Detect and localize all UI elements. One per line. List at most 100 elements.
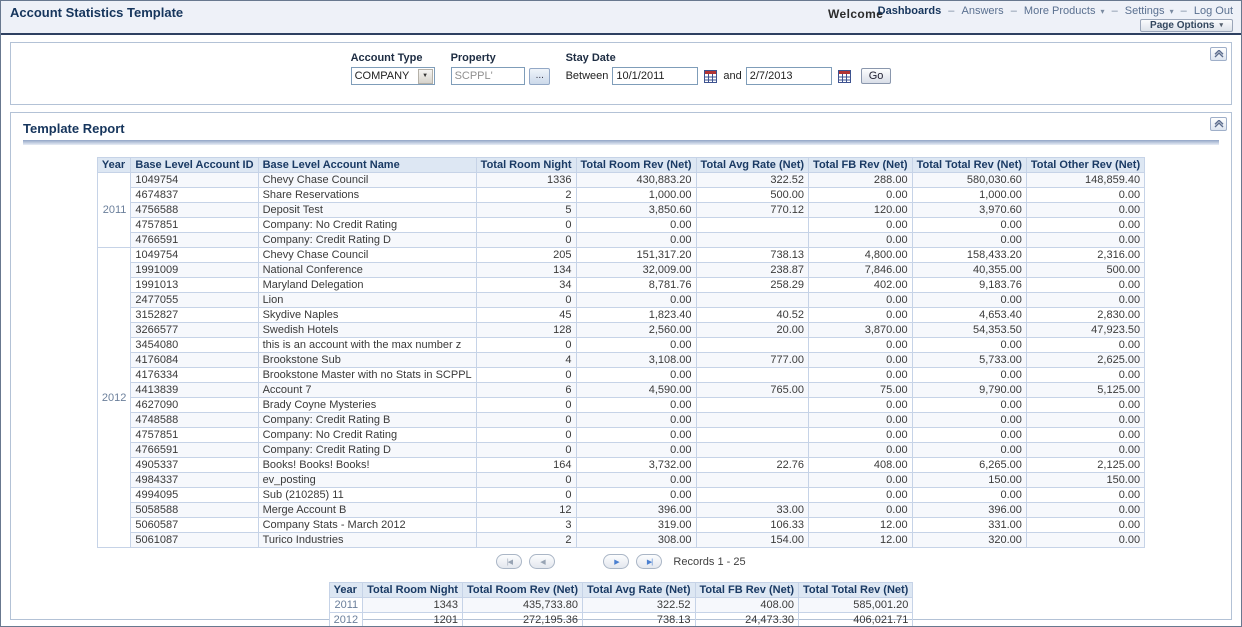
cell-avg-rate: 20.00 (696, 323, 809, 338)
table-row: 1991009National Conference13432,009.0023… (97, 263, 1144, 278)
calendar-icon[interactable] (704, 70, 717, 83)
cell-account-id: 4748588 (131, 413, 258, 428)
report-title: Template Report (11, 113, 1231, 140)
cell-room-night: 3 (476, 518, 576, 533)
table-row: 4674837Share Reservations21,000.00500.00… (97, 188, 1144, 203)
collapse-report-button[interactable] (1210, 117, 1227, 131)
table-row: 4176084Brookstone Sub43,108.00777.000.00… (97, 353, 1144, 368)
cell-total-rev: 3,970.60 (912, 203, 1026, 218)
nav-separator: – (1181, 5, 1187, 17)
cell-other-rev: 0.00 (1026, 443, 1144, 458)
cell-other-rev: 2,625.00 (1026, 353, 1144, 368)
chevron-down-icon: ▾ (1219, 20, 1223, 31)
cell-account-name: this is an account with the max number z (258, 338, 476, 353)
cell-account-id: 5060587 (131, 518, 258, 533)
header-divider (1, 33, 1241, 35)
table-row: 4748588Company: Credit Rating B00.000.00… (97, 413, 1144, 428)
cell-avg-rate (696, 428, 809, 443)
cell-room-rev: 0.00 (576, 428, 696, 443)
cell-account-id: 4674837 (131, 188, 258, 203)
cell-room-night: 5 (476, 203, 576, 218)
nav-dashboards[interactable]: Dashboards (878, 5, 942, 17)
cell-total-rev: 406,021.71 (799, 613, 913, 627)
page-options-button[interactable]: Page Options ▾ (1140, 19, 1233, 32)
first-page-button[interactable]: |◀ (496, 554, 522, 569)
collapse-filter-button[interactable] (1210, 47, 1227, 61)
property-browse-button[interactable]: ... (529, 68, 550, 85)
cell-account-name: Swedish Hotels (258, 323, 476, 338)
nav-settings[interactable]: Settings (1125, 5, 1165, 17)
cell-avg-rate: 258.29 (696, 278, 809, 293)
last-page-button[interactable]: ▶| (636, 554, 662, 569)
cell-account-id: 1049754 (131, 248, 258, 263)
cell-total-rev: 0.00 (912, 398, 1026, 413)
chevron-up-icon (1214, 120, 1224, 128)
go-button[interactable]: Go (861, 68, 892, 84)
table-row: 3266577Swedish Hotels1282,560.0020.003,8… (97, 323, 1144, 338)
table-row: 4905337Books! Books! Books!1643,732.0022… (97, 458, 1144, 473)
title-rule (23, 140, 1219, 145)
cell-account-name: Skydive Naples (258, 308, 476, 323)
select-arrow-icon: ▼ (418, 69, 433, 84)
nav-separator: – (1011, 5, 1017, 17)
cell-avg-rate: 154.00 (696, 533, 809, 548)
cell-fb-rev: 0.00 (809, 353, 913, 368)
cell-avg-rate: 500.00 (696, 188, 809, 203)
account-type-label: Account Type (351, 52, 435, 64)
column-header: Base Level Account ID (131, 158, 258, 173)
cell-room-rev: 151,317.20 (576, 248, 696, 263)
cell-room-rev: 308.00 (576, 533, 696, 548)
cell-other-rev: 2,125.00 (1026, 458, 1144, 473)
cell-avg-rate (696, 218, 809, 233)
cell-room-rev: 0.00 (576, 293, 696, 308)
cell-total-rev: 320.00 (912, 533, 1026, 548)
cell-fb-rev: 402.00 (809, 278, 913, 293)
chevron-down-icon: ▾ (1170, 7, 1174, 16)
cell-total-rev: 9,790.00 (912, 383, 1026, 398)
nav-more-products[interactable]: More Products (1024, 5, 1096, 17)
between-label: Between (566, 70, 609, 82)
previous-page-button[interactable]: ◀ (529, 554, 555, 569)
cell-other-rev: 500.00 (1026, 263, 1144, 278)
stay-date-to-input[interactable] (746, 67, 832, 85)
cell-fb-rev: 408.00 (695, 598, 799, 613)
table-row: 5058588Merge Account B12396.0033.000.003… (97, 503, 1144, 518)
page-title: Account Statistics Template (10, 5, 183, 20)
cell-other-rev: 0.00 (1026, 233, 1144, 248)
cell-fb-rev: 408.00 (809, 458, 913, 473)
next-page-button[interactable]: ▶ (603, 554, 629, 569)
top-nav: Dashboards – Answers – More Products ▾ –… (878, 5, 1233, 17)
nav-answers[interactable]: Answers (961, 5, 1003, 17)
table-row: 4413839Account 764,590.00765.0075.009,79… (97, 383, 1144, 398)
stay-date-from-input[interactable] (612, 67, 698, 85)
chevron-up-icon (1214, 50, 1224, 58)
cell-total-rev: 0.00 (912, 488, 1026, 503)
cell-avg-rate (696, 338, 809, 353)
cell-account-name: Company Stats - March 2012 (258, 518, 476, 533)
records-label: Records 1 - 25 (673, 556, 745, 568)
table-row: 3454080this is an account with the max n… (97, 338, 1144, 353)
cell-room-night: 0 (476, 293, 576, 308)
cell-room-rev: 3,108.00 (576, 353, 696, 368)
cell-avg-rate (696, 293, 809, 308)
cell-fb-rev: 0.00 (809, 428, 913, 443)
cell-fb-rev: 75.00 (809, 383, 913, 398)
chevron-down-icon: ▾ (1101, 7, 1105, 16)
cell-fb-rev: 0.00 (809, 413, 913, 428)
account-type-select[interactable]: COMPANY ▼ (351, 67, 435, 85)
cell-other-rev: 0.00 (1026, 428, 1144, 443)
calendar-icon[interactable] (838, 70, 851, 83)
cell-room-night: 0 (476, 443, 576, 458)
column-header: Total Total Rev (Net) (912, 158, 1026, 173)
cell-account-name: Merge Account B (258, 503, 476, 518)
welcome-text: Welcome (828, 7, 883, 21)
property-input[interactable] (451, 67, 525, 85)
cell-account-id: 4905337 (131, 458, 258, 473)
nav-log-out[interactable]: Log Out (1194, 5, 1233, 17)
table-row: 20121201272,195.36738.1324,473.30406,021… (329, 613, 913, 627)
top-bar: Account Statistics Template Welcome Dash… (1, 1, 1241, 33)
cell-account-id: 4176334 (131, 368, 258, 383)
cell-other-rev: 2,830.00 (1026, 308, 1144, 323)
cell-room-rev: 0.00 (576, 488, 696, 503)
cell-room-night: 0 (476, 218, 576, 233)
